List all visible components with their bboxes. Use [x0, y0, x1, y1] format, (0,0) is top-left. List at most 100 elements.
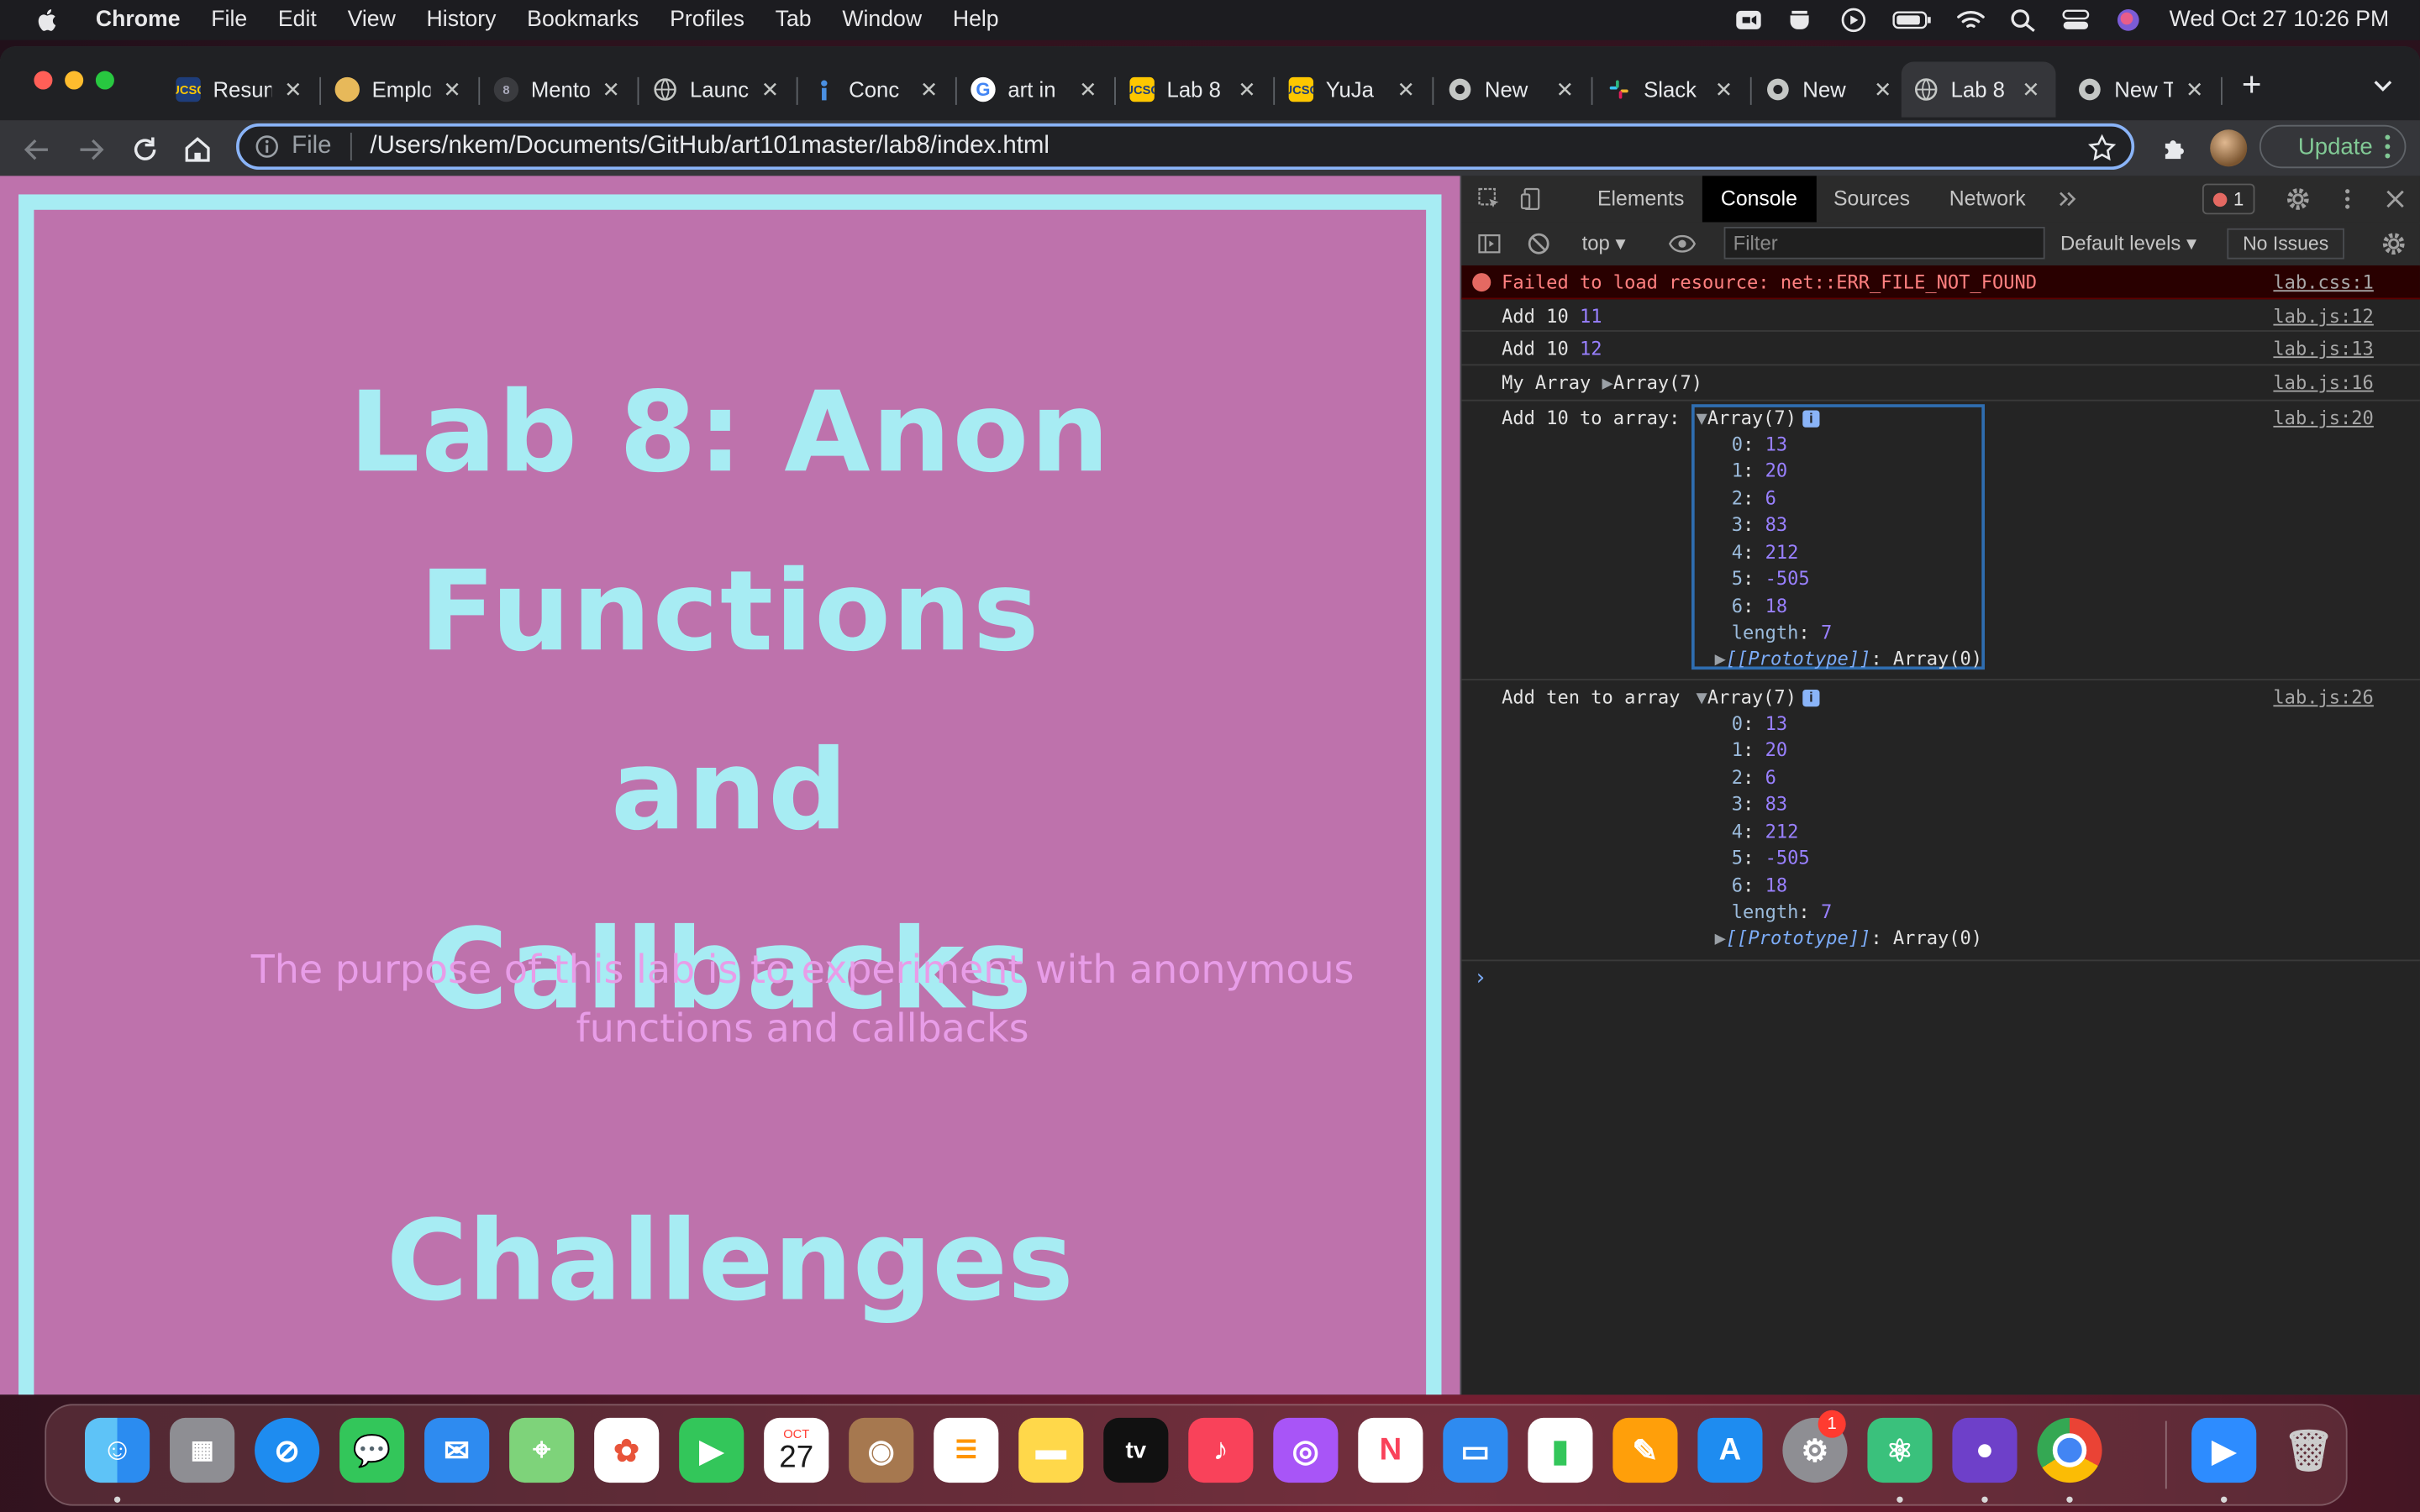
tab-resume[interactable]: UCSC Resum ✕	[164, 65, 322, 114]
tab-conc[interactable]: Conc ✕	[799, 65, 957, 114]
back-arrow-icon[interactable]	[20, 133, 54, 166]
menu-view[interactable]: View	[348, 8, 396, 32]
tab-close-icon[interactable]: ✕	[599, 76, 623, 102]
zoom-status-icon[interactable]	[1734, 8, 1762, 32]
tab-network[interactable]: Network	[1931, 176, 2044, 222]
music-icon[interactable]: ♪	[1188, 1417, 1254, 1483]
bookmark-star-icon[interactable]	[2088, 134, 2117, 162]
zoom-icon[interactable]: ▶	[2191, 1417, 2257, 1483]
menu-edit[interactable]: Edit	[278, 8, 317, 32]
inspect-element-icon[interactable]	[1477, 186, 1502, 211]
messages-icon[interactable]: 💬	[339, 1417, 405, 1483]
tab-employment[interactable]: Emplo ✕	[323, 65, 481, 114]
tab-sources[interactable]: Sources	[1815, 176, 1928, 222]
address-bar[interactable]: File /Users/nkem/Documents/GitHub/art101…	[236, 123, 2135, 171]
battery-icon[interactable]	[1891, 8, 1932, 32]
safari-icon[interactable]: ⊘	[255, 1417, 320, 1483]
reload-icon[interactable]	[128, 133, 161, 166]
tab-elements[interactable]: Elements	[1579, 176, 1702, 222]
source-link[interactable]: lab.js:12	[2273, 306, 2373, 328]
settings-gear-icon[interactable]	[2286, 186, 2310, 211]
maps-icon[interactable]: ⌖	[509, 1417, 575, 1483]
array-prototype[interactable]: ▶[[Prototype]]: Array(0)	[1715, 927, 1982, 949]
update-button[interactable]: Update	[2259, 124, 2407, 169]
clear-console-icon[interactable]	[1526, 232, 1550, 256]
notes-icon[interactable]: ▬	[1018, 1417, 1084, 1483]
tab-close-icon[interactable]: ✕	[1870, 76, 1895, 102]
finder-icon[interactable]: ☺	[85, 1417, 150, 1483]
news-icon[interactable]: N	[1358, 1417, 1423, 1483]
source-link[interactable]: lab.js:26	[2273, 686, 2373, 708]
tab-close-icon[interactable]: ✕	[917, 76, 941, 102]
tab-new-1[interactable]: New ✕	[1435, 65, 1593, 114]
tab-close-icon[interactable]: ✕	[1076, 76, 1100, 102]
close-window-button[interactable]	[34, 71, 53, 90]
play-icon[interactable]	[1839, 8, 1867, 33]
console-filter-input[interactable]: Filter	[1723, 226, 2045, 260]
podcasts-icon[interactable]: ◎	[1273, 1417, 1339, 1483]
close-devtools-icon[interactable]	[2383, 186, 2407, 211]
url-text[interactable]: /Users/nkem/Documents/GitHub/art101maste…	[370, 133, 1049, 160]
array-preview[interactable]: Array(7)	[1613, 372, 1702, 394]
info-icon[interactable]	[255, 134, 279, 159]
extensions-puzzle-icon[interactable]	[2160, 133, 2191, 164]
chrome-icon[interactable]	[2037, 1417, 2102, 1483]
facetime-icon[interactable]: ▶	[679, 1417, 744, 1483]
minimize-window-button[interactable]	[65, 71, 84, 90]
more-vertical-icon[interactable]	[2385, 134, 2391, 159]
apple-tv-icon[interactable]: tv	[1103, 1417, 1169, 1483]
error-count-badge[interactable]: 1	[2202, 183, 2255, 215]
tab-new-2[interactable]: New ✕	[1753, 65, 1907, 114]
array-prototype[interactable]: ▶[[Prototype]]: Array(0)	[1715, 648, 1982, 669]
tab-close-icon[interactable]: ✕	[2018, 76, 2043, 102]
console-prompt-row[interactable]: ›	[1461, 959, 2420, 998]
profile-avatar[interactable]	[2210, 129, 2248, 167]
source-link[interactable]: lab.js:20	[2273, 407, 2373, 429]
tab-new-3[interactable]: New T ✕	[2065, 65, 2223, 114]
issues-button[interactable]: No Issues	[2227, 228, 2344, 260]
mail-icon[interactable]: ✉	[424, 1417, 490, 1483]
sidebar-toggle-icon[interactable]	[1477, 232, 1502, 256]
source-link[interactable]: lab.js:13	[2273, 338, 2373, 360]
coffee-icon[interactable]	[1786, 8, 1814, 32]
reminders-icon[interactable]: ☰	[934, 1417, 999, 1483]
tab-close-icon[interactable]: ✕	[439, 76, 464, 102]
trash-icon[interactable]: 🗑	[2276, 1418, 2341, 1483]
array-header[interactable]: ▼Array(7) i	[1697, 407, 1820, 429]
menu-tab[interactable]: Tab	[776, 8, 812, 32]
pages-icon[interactable]: ✎	[1612, 1417, 1678, 1483]
menu-file[interactable]: File	[211, 8, 247, 32]
tab-close-icon[interactable]: ✕	[1712, 76, 1736, 102]
log-levels-dropdown[interactable]: Default levels ▾	[2060, 232, 2196, 256]
tab-yuja[interactable]: UCSC YuJa ✕	[1276, 65, 1434, 114]
source-link[interactable]: lab.css:1	[2273, 271, 2373, 293]
menu-profiles[interactable]: Profiles	[670, 8, 744, 32]
wifi-icon[interactable]	[1956, 8, 1985, 32]
app-store-icon[interactable]: A	[1697, 1417, 1763, 1483]
tab-close-icon[interactable]: ✕	[281, 76, 305, 102]
new-tab-plus-icon[interactable]: +	[2235, 67, 2269, 102]
calendar-icon[interactable]: OCT 27	[764, 1417, 829, 1483]
tab-close-icon[interactable]: ✕	[1394, 76, 1418, 102]
console-settings-gear-icon[interactable]	[2381, 232, 2406, 256]
keynote-icon[interactable]: ▭	[1443, 1417, 1508, 1483]
device-toolbar-icon[interactable]	[1520, 186, 1544, 211]
launchpad-icon[interactable]: ▦	[170, 1417, 235, 1483]
atom-icon[interactable]: ⚛	[1867, 1417, 1933, 1483]
tab-close-icon[interactable]: ✕	[1234, 76, 1259, 102]
tab-search-chevron-icon[interactable]	[2372, 74, 2394, 96]
live-expression-eye-icon[interactable]	[1668, 232, 1697, 256]
menu-bookmarks[interactable]: Bookmarks	[527, 8, 639, 32]
tab-close-icon[interactable]: ✕	[758, 76, 782, 102]
context-selector[interactable]: top ▾	[1582, 232, 1626, 256]
control-center-icon[interactable]	[2061, 8, 2089, 32]
photos-icon[interactable]: ✿	[594, 1417, 660, 1483]
tab-close-icon[interactable]: ✕	[1553, 76, 1577, 102]
tab-lab8-active[interactable]: Lab 8 ✕	[1901, 61, 2056, 118]
tab-slack[interactable]: Slack ✕	[1594, 65, 1752, 114]
zoom-window-button[interactable]	[95, 71, 114, 90]
tab-mentor[interactable]: 8 Mento ✕	[481, 65, 639, 114]
menu-window[interactable]: Window	[842, 8, 922, 32]
menubar-clock[interactable]: Wed Oct 27 10:26 PM	[2170, 8, 2390, 32]
numbers-icon[interactable]: ▮	[1528, 1417, 1593, 1483]
